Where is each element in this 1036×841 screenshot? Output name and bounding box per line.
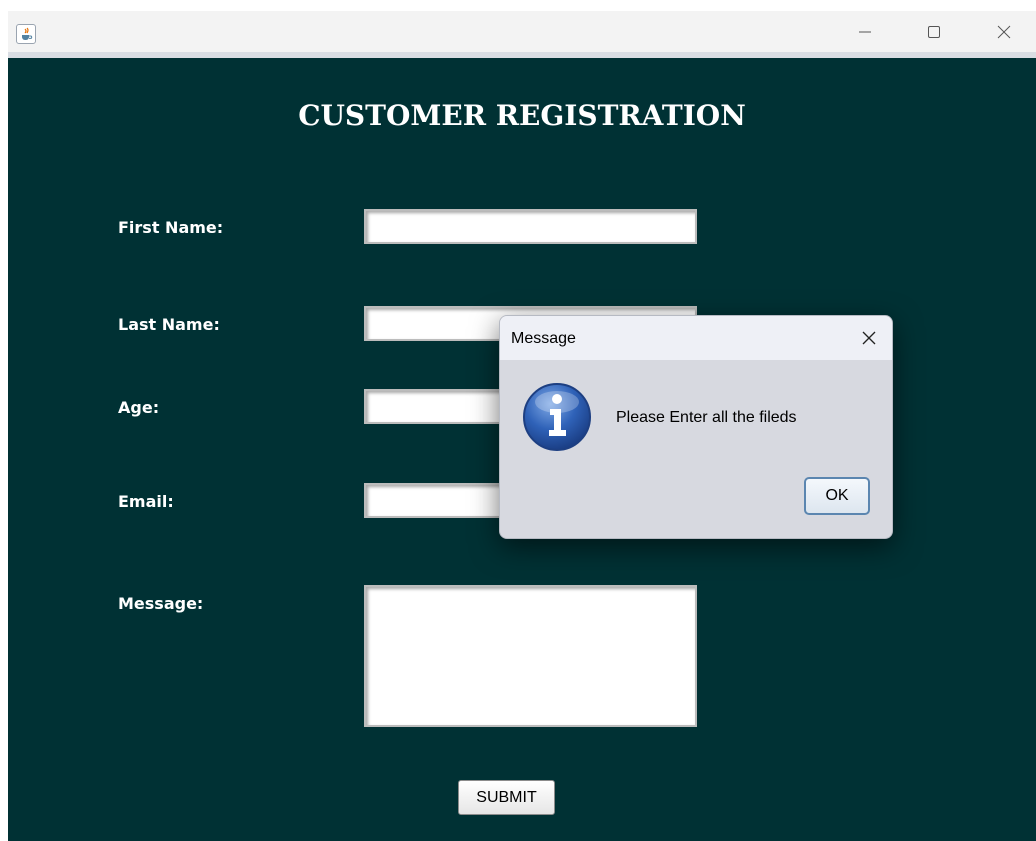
maximize-icon <box>928 25 940 38</box>
java-cup-icon[interactable] <box>16 24 36 44</box>
ok-button[interactable]: OK <box>804 477 870 515</box>
message-label: Message: <box>118 594 204 613</box>
last-name-label: Last Name: <box>118 315 220 334</box>
minimize-icon <box>859 31 871 32</box>
minimize-button[interactable] <box>842 11 888 52</box>
email-label: Email: <box>118 492 174 511</box>
title-bar[interactable] <box>8 11 1036 58</box>
dialog-title: Message <box>511 330 576 347</box>
submit-button[interactable]: SUBMIT <box>458 780 555 815</box>
age-label: Age: <box>118 398 160 417</box>
maximize-button[interactable] <box>911 11 957 52</box>
dialog-title-bar[interactable]: Message <box>500 316 892 360</box>
info-icon <box>522 382 592 452</box>
first-name-field[interactable] <box>364 209 697 244</box>
dialog-close-button[interactable] <box>858 327 880 349</box>
close-icon <box>997 25 1011 38</box>
dialog-message: Please Enter all the fileds <box>616 409 797 426</box>
close-icon <box>862 331 876 345</box>
close-button[interactable] <box>981 11 1027 52</box>
message-dialog: Message Please Enter all the fileds OK <box>499 315 893 539</box>
page-title: CUSTOMER REGISTRATION <box>298 99 746 132</box>
first-name-label: First Name: <box>118 218 224 237</box>
message-textarea[interactable] <box>364 585 697 727</box>
